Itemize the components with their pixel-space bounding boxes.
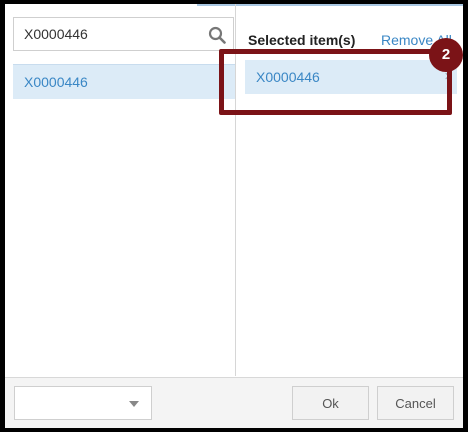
search-pane: X0000446 bbox=[5, 4, 236, 376]
search-input[interactable] bbox=[24, 18, 204, 50]
selector-dialog: X0000446 Selected item(s) Remove All X00… bbox=[5, 4, 463, 428]
chevron-down-icon bbox=[129, 401, 139, 407]
result-item-label: X0000446 bbox=[24, 74, 88, 90]
annotation-step-badge: 2 bbox=[429, 38, 463, 72]
annotation-highlight-box bbox=[219, 49, 452, 115]
dialog-footer: Ok Cancel bbox=[5, 377, 463, 428]
search-box[interactable] bbox=[13, 17, 234, 51]
search-icon[interactable] bbox=[208, 26, 226, 44]
cancel-button[interactable]: Cancel bbox=[377, 386, 454, 420]
selected-items-heading: Selected item(s) bbox=[248, 32, 356, 48]
footer-dropdown[interactable] bbox=[14, 386, 152, 420]
result-list-item[interactable]: X0000446 bbox=[13, 64, 235, 99]
ok-button[interactable]: Ok bbox=[292, 386, 369, 420]
